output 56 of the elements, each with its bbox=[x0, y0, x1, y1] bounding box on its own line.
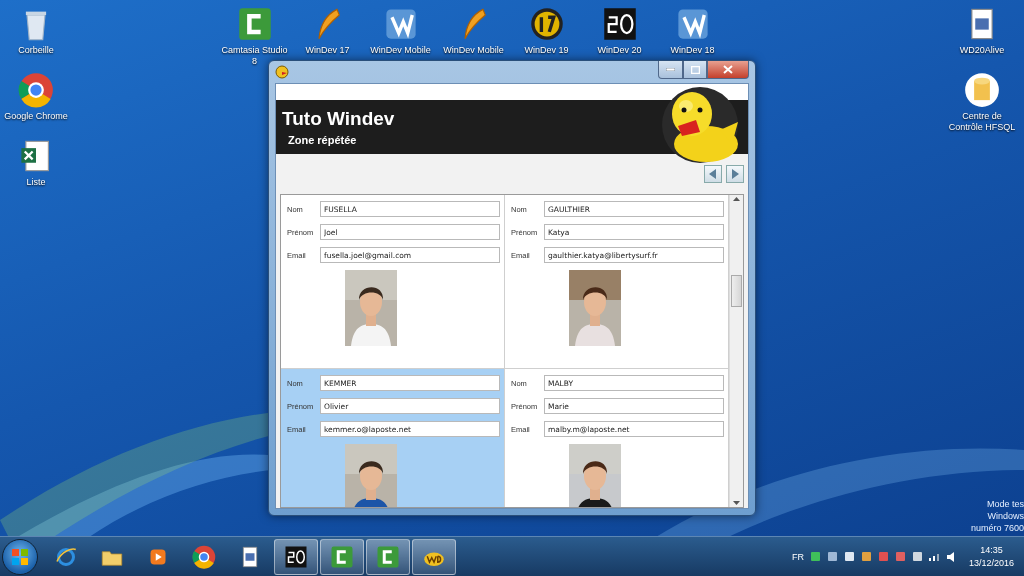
camtasia-icon bbox=[330, 544, 354, 569]
taskbar-button[interactable] bbox=[274, 538, 318, 575]
scrollbar-thumb[interactable] bbox=[731, 275, 742, 307]
app-title: Tuto Windev bbox=[282, 108, 396, 130]
up-arrow-icon bbox=[733, 197, 740, 201]
previous-button[interactable] bbox=[704, 165, 722, 183]
taskbar-button[interactable] bbox=[320, 538, 364, 575]
maximize-button[interactable] bbox=[683, 61, 707, 79]
camtasia-icon bbox=[236, 6, 273, 42]
icon-label[interactable]: WinDev 18 bbox=[670, 45, 715, 56]
badge-icon bbox=[528, 6, 565, 42]
camtasia-icon bbox=[376, 544, 400, 569]
minimize-icon bbox=[666, 68, 675, 71]
tray-icon[interactable] bbox=[911, 551, 923, 562]
icon-label[interactable]: Camtasia Studio 8 bbox=[218, 45, 291, 67]
tray-icon[interactable] bbox=[809, 551, 821, 562]
signal-icon[interactable] bbox=[928, 552, 941, 561]
icon-label[interactable]: WinDev 17 bbox=[305, 45, 350, 56]
next-button[interactable] bbox=[726, 165, 744, 183]
test-mode-text: Mode tes bbox=[986, 498, 1024, 510]
clock-time[interactable]: 14:35 bbox=[980, 543, 1003, 557]
chrome-icon bbox=[18, 72, 54, 108]
test-mode-text: Windows bbox=[987, 510, 1024, 522]
tray-icon[interactable] bbox=[843, 551, 855, 562]
chrome-icon bbox=[192, 544, 216, 569]
icon-label[interactable]: WD20Alive bbox=[959, 45, 1005, 56]
icon-label[interactable]: Liste bbox=[26, 177, 46, 188]
icon-label[interactable]: WinDev 19 bbox=[524, 45, 569, 56]
windows-logo-icon bbox=[11, 547, 29, 566]
clock-date[interactable]: 13/12/2016 bbox=[968, 556, 1014, 570]
volume-icon[interactable] bbox=[946, 551, 955, 562]
taskbar-button[interactable] bbox=[366, 538, 410, 575]
badge-icon bbox=[284, 544, 308, 569]
left-arrow-icon bbox=[709, 169, 717, 179]
tray-icon[interactable] bbox=[860, 551, 872, 562]
minimize-button[interactable] bbox=[658, 61, 683, 79]
close-icon bbox=[723, 65, 733, 74]
maximize-icon bbox=[690, 65, 700, 74]
start-button[interactable] bbox=[2, 538, 38, 575]
tray-icon[interactable] bbox=[826, 551, 838, 562]
close-button[interactable] bbox=[707, 61, 749, 79]
icon-label[interactable]: WinDev Mobile bbox=[443, 45, 504, 56]
icon-label[interactable]: Centre de Contrôle HFSQL bbox=[946, 111, 1018, 133]
icon-label[interactable]: WinDev 20 bbox=[597, 45, 642, 56]
right-arrow-icon bbox=[731, 169, 739, 179]
app-subtitle: Zone répétée bbox=[287, 134, 358, 146]
duck-icon bbox=[275, 65, 289, 79]
badge-icon bbox=[601, 6, 638, 42]
test-mode-text: numéro 7600 bbox=[970, 522, 1024, 534]
icon-label[interactable]: Google Chrome bbox=[4, 111, 68, 122]
language-indicator[interactable]: FR bbox=[791, 551, 804, 562]
down-arrow-icon bbox=[733, 501, 740, 505]
icon-label[interactable]: WinDev Mobile bbox=[370, 45, 431, 56]
database-icon bbox=[964, 72, 1000, 108]
scrollbar[interactable] bbox=[729, 195, 743, 507]
icon-label[interactable]: Corbeille bbox=[18, 45, 54, 56]
